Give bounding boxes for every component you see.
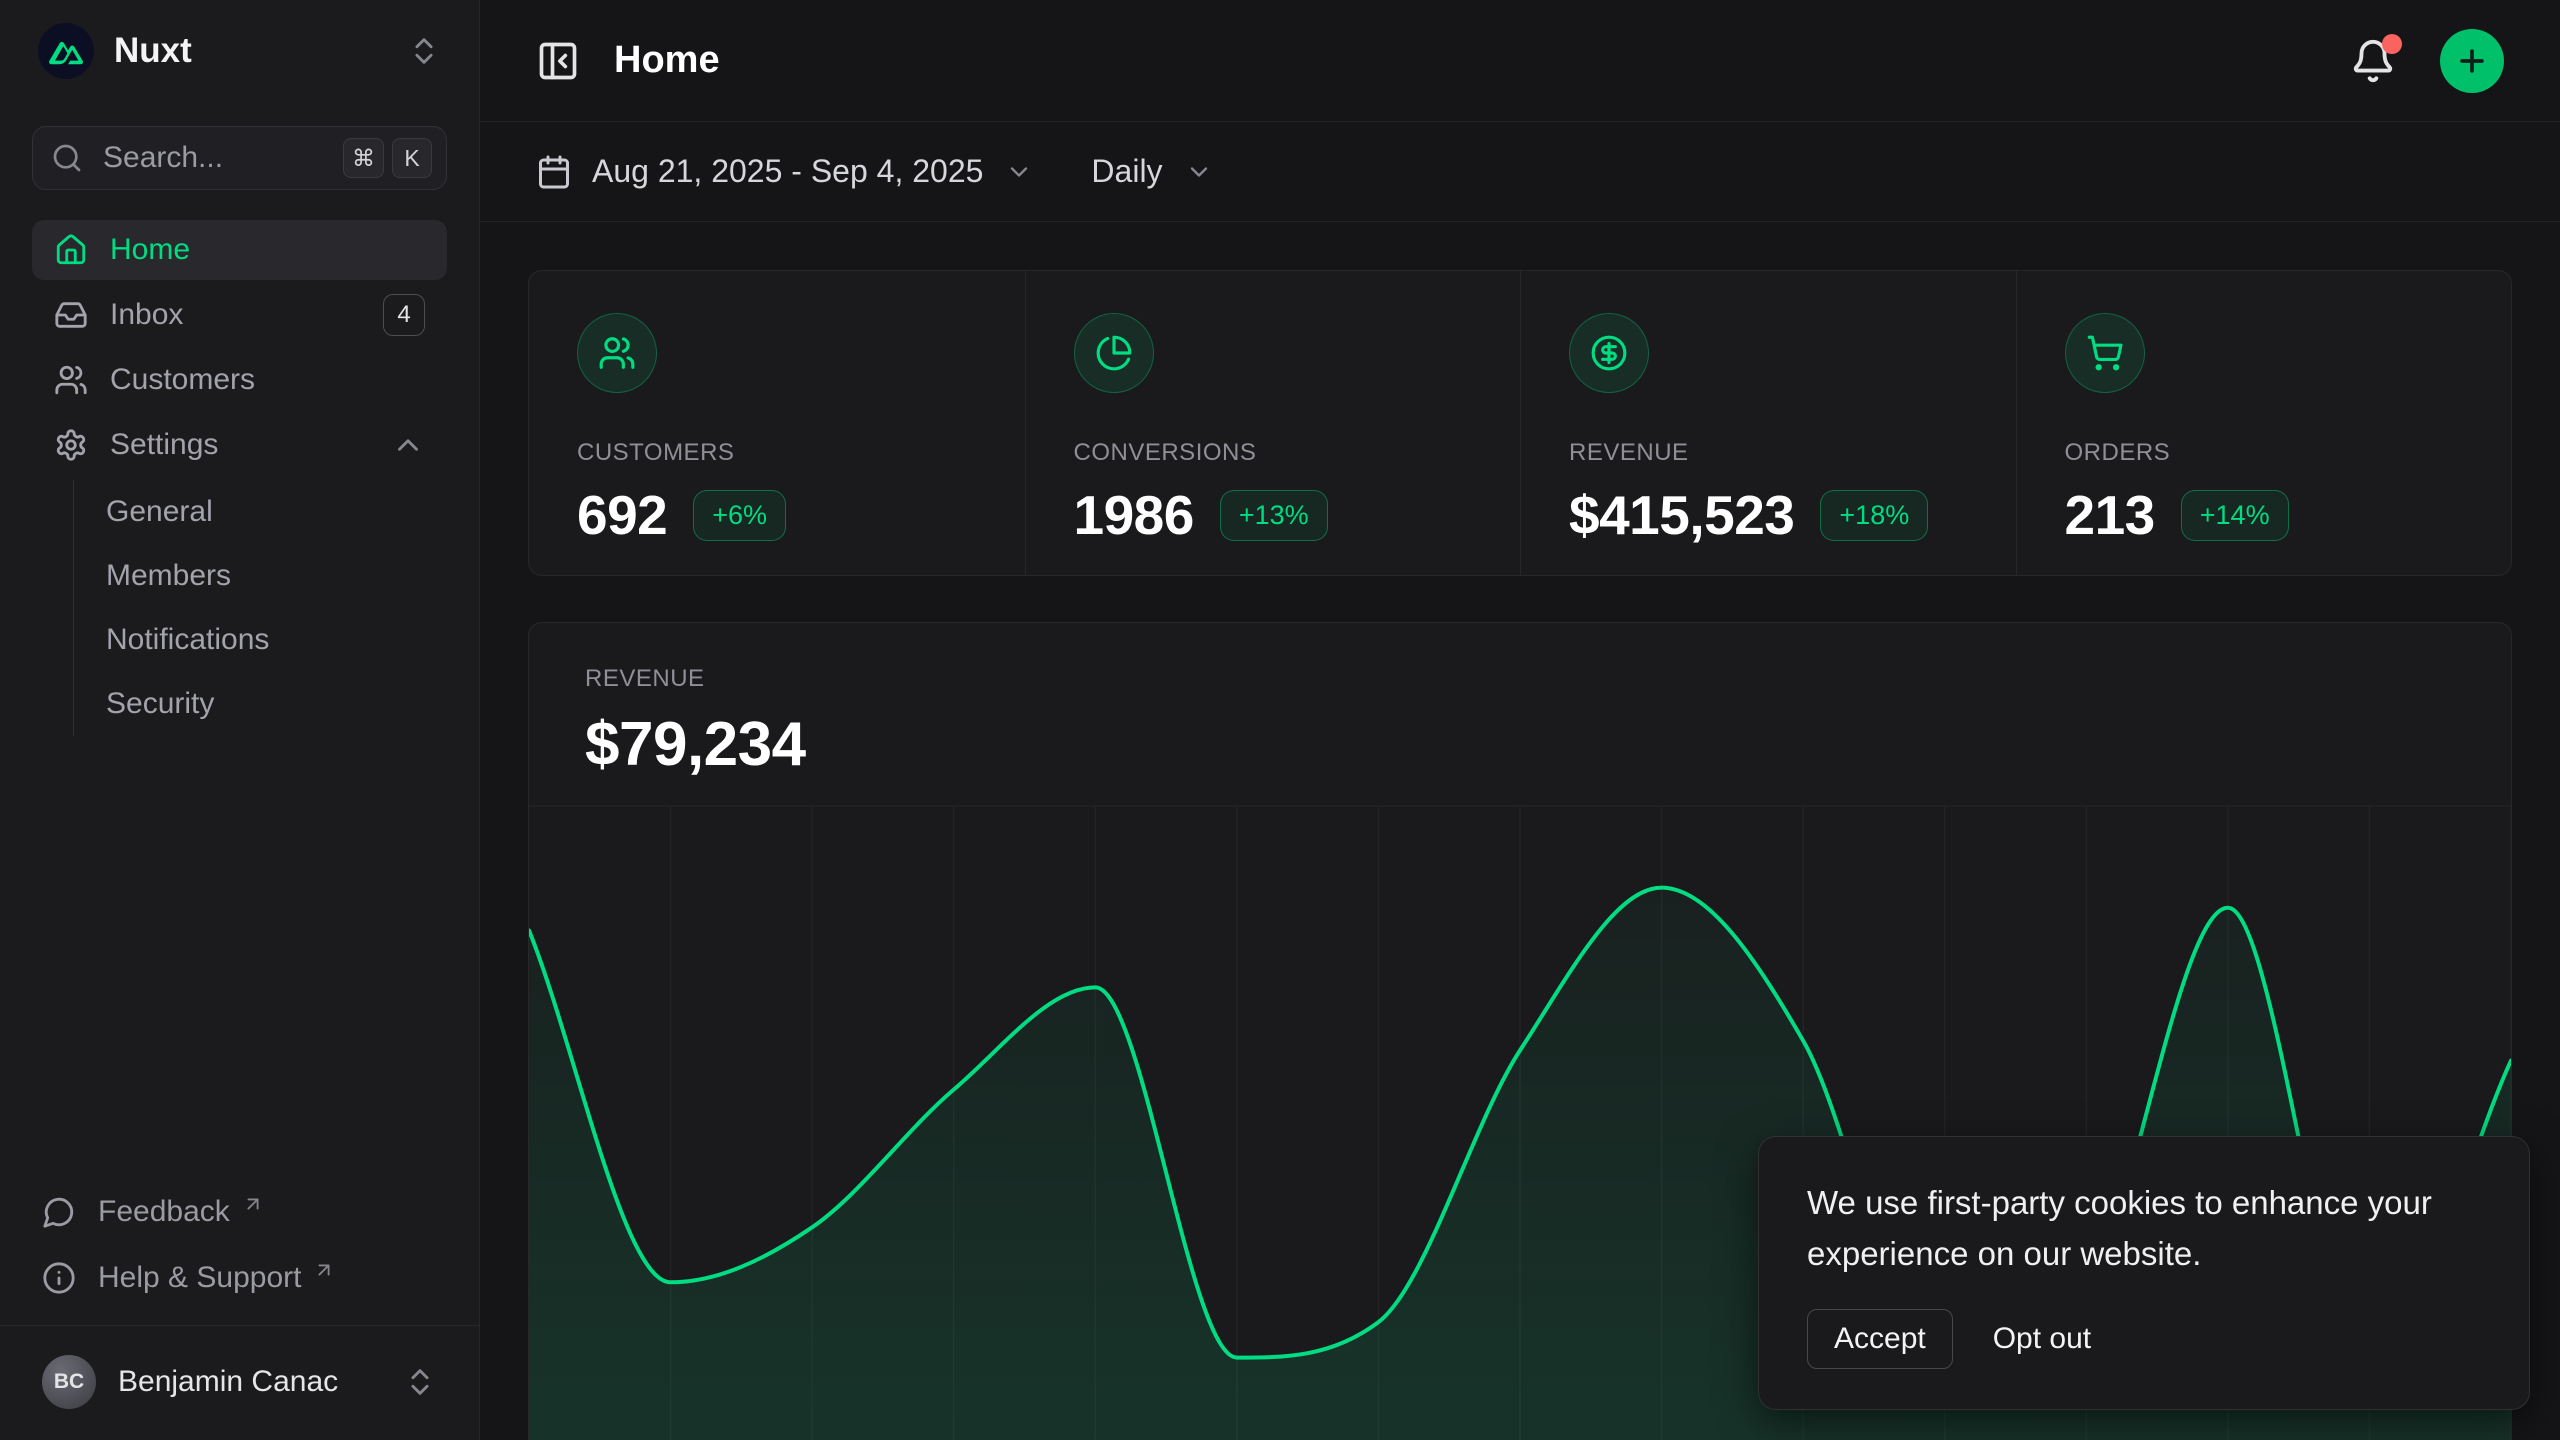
- search-icon: [51, 142, 83, 174]
- inbox-count-badge: 4: [383, 294, 425, 336]
- team-picker[interactable]: Nuxt: [32, 18, 447, 84]
- sidebar: Nuxt Search... ⌘ K Home Inbox 4 Cu: [0, 0, 480, 1440]
- plus-icon: [2455, 44, 2489, 78]
- optout-cookies-button[interactable]: Opt out: [1993, 1310, 2091, 1368]
- stat-label: ORDERS: [2065, 439, 2464, 467]
- chevron-down-icon: [1185, 158, 1213, 186]
- filters-toolbar: Aug 21, 2025 - Sep 4, 2025 Daily: [480, 122, 2560, 222]
- cookie-message: We use first-party cookies to enhance yo…: [1807, 1177, 2481, 1279]
- panel-left-close-icon: [536, 39, 580, 83]
- sidebar-nav: Home Inbox 4 Customers Settings General …: [32, 220, 447, 736]
- chevrons-up-down-icon: [403, 1365, 437, 1399]
- sidebar-item-security[interactable]: Security: [74, 672, 447, 736]
- stat-value: $415,523: [1569, 483, 1794, 547]
- stat-value: 213: [2065, 483, 2155, 547]
- sidebar-item-notifications[interactable]: Notifications: [74, 608, 447, 672]
- revenue-chart-header: REVENUE $79,234: [529, 623, 2511, 798]
- chevron-down-icon: [1005, 158, 1033, 186]
- team-name: Nuxt: [114, 31, 192, 71]
- sidebar-item-label: Inbox: [110, 298, 183, 332]
- search-input[interactable]: Search... ⌘ K: [32, 126, 447, 190]
- collapse-sidebar-button[interactable]: [536, 39, 580, 83]
- search-placeholder: Search...: [103, 141, 323, 175]
- sidebar-item-general[interactable]: General: [74, 480, 447, 544]
- stat-delta-badge: +18%: [1820, 490, 1928, 541]
- stat-delta-badge: +6%: [693, 490, 786, 541]
- stat-card-conversions[interactable]: CONVERSIONS 1986 +13%: [1025, 271, 1521, 575]
- calendar-icon: [536, 154, 572, 190]
- stats-strip: CUSTOMERS 692 +6% CONVERSIONS 1986 +13%: [528, 270, 2512, 576]
- page-header: Home: [480, 0, 2560, 122]
- sidebar-item-members[interactable]: Members: [74, 544, 447, 608]
- stat-label: CONVERSIONS: [1074, 439, 1473, 467]
- inbox-icon: [54, 298, 88, 332]
- house-icon: [54, 233, 88, 267]
- notification-dot: [2382, 34, 2402, 54]
- sidebar-item-settings[interactable]: Settings: [32, 415, 447, 475]
- settings-subnav: General Members Notifications Security: [73, 480, 447, 736]
- stat-label: REVENUE: [1569, 439, 1968, 467]
- help-support-link[interactable]: Help & Support: [32, 1245, 447, 1311]
- stat-delta-badge: +13%: [1220, 490, 1328, 541]
- search-kbd-hint: ⌘ K: [343, 138, 432, 178]
- sidebar-item-customers[interactable]: Customers: [32, 350, 447, 410]
- dollar-circle-icon: [1569, 313, 1649, 393]
- shopping-cart-icon: [2065, 313, 2145, 393]
- date-range-value: Aug 21, 2025 - Sep 4, 2025: [592, 153, 983, 190]
- kbd-k: K: [392, 138, 432, 178]
- nuxt-logo-icon: [38, 23, 94, 79]
- sidebar-footer: Feedback Help & Support BC Benjamin Cana…: [32, 1179, 447, 1424]
- kbd-meta: ⌘: [343, 138, 384, 178]
- arrow-up-right-icon: [313, 1259, 335, 1281]
- users-icon: [54, 363, 88, 397]
- sidebar-item-label: Customers: [110, 363, 255, 397]
- stat-label: CUSTOMERS: [577, 439, 977, 467]
- user-name: Benjamin Canac: [118, 1365, 338, 1399]
- cookie-toast: We use first-party cookies to enhance yo…: [1758, 1136, 2530, 1410]
- chevrons-up-down-icon: [407, 34, 441, 68]
- period-select[interactable]: Daily: [1091, 153, 1212, 190]
- notifications-button[interactable]: [2350, 38, 2396, 84]
- period-value: Daily: [1091, 153, 1162, 190]
- sidebar-item-home[interactable]: Home: [32, 220, 447, 280]
- gear-icon: [54, 428, 88, 462]
- stat-value: 1986: [1074, 483, 1194, 547]
- date-range-picker[interactable]: Aug 21, 2025 - Sep 4, 2025: [536, 153, 1033, 190]
- message-circle-icon: [42, 1195, 76, 1229]
- revenue-chart-label: REVENUE: [585, 665, 2455, 693]
- stat-value: 692: [577, 483, 667, 547]
- user-menu[interactable]: BC Benjamin Canac: [32, 1340, 447, 1424]
- avatar: BC: [42, 1355, 96, 1409]
- arrow-up-right-icon: [242, 1193, 264, 1215]
- sidebar-item-inbox[interactable]: Inbox 4: [32, 285, 447, 345]
- stat-card-revenue[interactable]: REVENUE $415,523 +18%: [1520, 271, 2016, 575]
- pie-chart-icon: [1074, 313, 1154, 393]
- sidebar-divider: [0, 1325, 479, 1326]
- accept-cookies-button[interactable]: Accept: [1807, 1309, 1953, 1369]
- sidebar-item-label: Settings: [110, 428, 218, 462]
- users-icon: [577, 313, 657, 393]
- page-title: Home: [614, 39, 720, 82]
- chevron-up-icon: [391, 428, 425, 462]
- revenue-chart-total: $79,234: [585, 709, 2455, 780]
- stat-card-orders[interactable]: ORDERS 213 +14%: [2016, 271, 2512, 575]
- info-icon: [42, 1261, 76, 1295]
- stat-card-customers[interactable]: CUSTOMERS 692 +6%: [529, 271, 1025, 575]
- feedback-link[interactable]: Feedback: [32, 1179, 447, 1245]
- add-button[interactable]: [2440, 29, 2504, 93]
- stat-delta-badge: +14%: [2181, 490, 2289, 541]
- sidebar-item-label: Home: [110, 233, 190, 267]
